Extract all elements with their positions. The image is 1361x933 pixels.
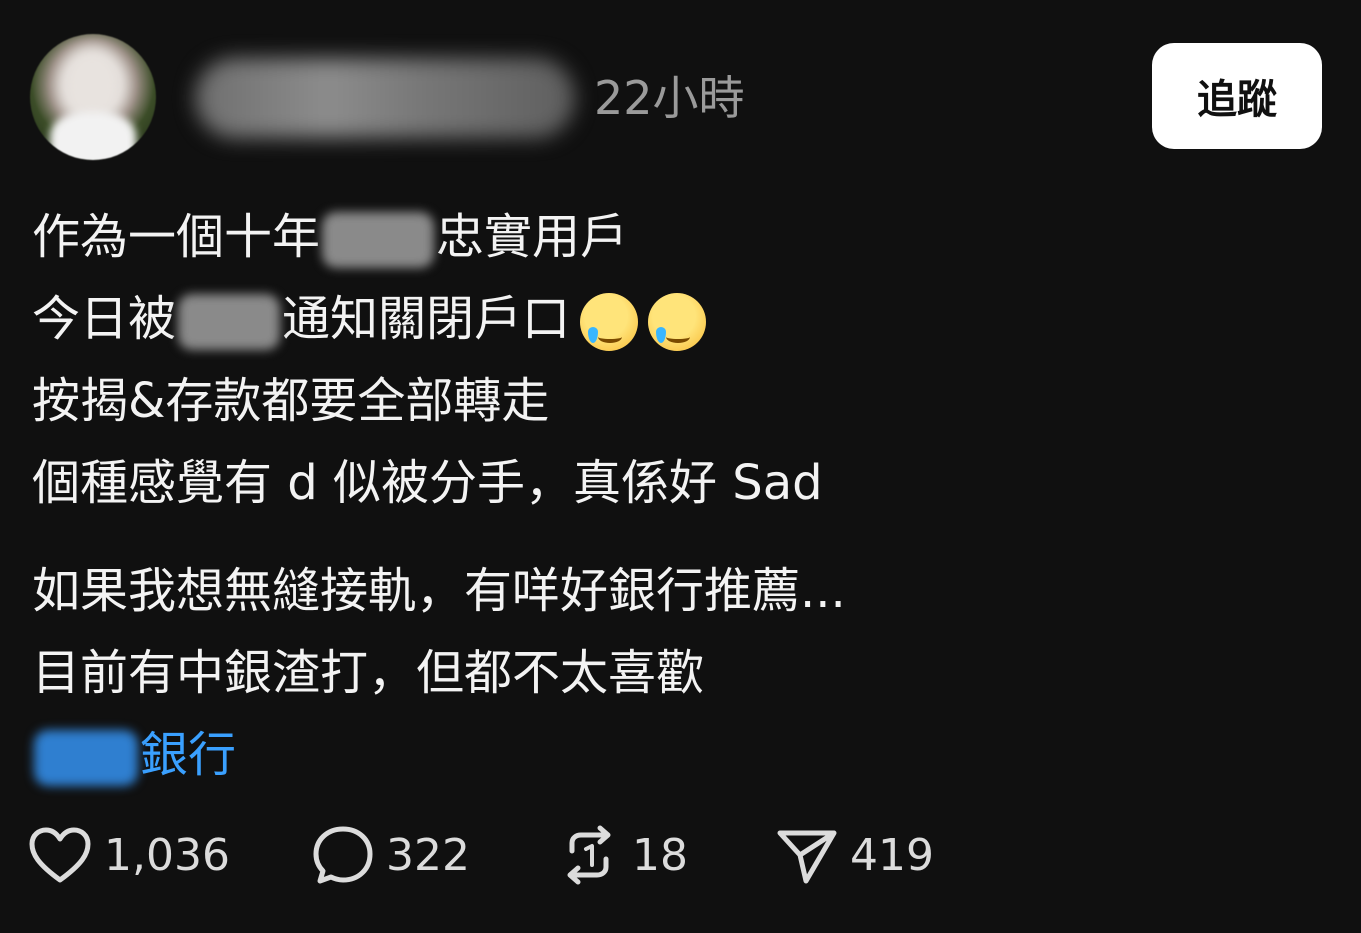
post-line-1-after: 忠實用戶 bbox=[436, 209, 629, 265]
post-line-4: 個種感覺有 d 似被分手，真係好 Sad bbox=[32, 442, 846, 524]
share-action[interactable]: 419 bbox=[776, 822, 934, 888]
comment-action[interactable]: 322 bbox=[312, 822, 470, 888]
repost-count: 18 bbox=[632, 829, 688, 881]
user-avatar[interactable] bbox=[30, 34, 156, 160]
smiling-face-with-tear-icon bbox=[648, 293, 707, 351]
thread-post: 22小時 追蹤 作為一個十年 忠實用戶 今日被 通知關閉戶口 按揭&存款都要全部轉走… bbox=[0, 0, 1361, 933]
repost-icon[interactable] bbox=[558, 825, 620, 885]
post-line-1: 作為一個十年 忠實用戶 bbox=[32, 196, 846, 278]
post-body: 作為一個十年 忠實用戶 今日被 通知關閉戶口 按揭&存款都要全部轉走 個種感覺有 d… bbox=[32, 196, 846, 796]
bank-tag-text[interactable]: 銀行 bbox=[140, 727, 236, 783]
heart-icon[interactable] bbox=[28, 826, 92, 884]
post-line-5: 如果我想無縫接軌，有咩好銀行推薦... bbox=[32, 550, 846, 632]
post-line-5-text: 如果我想無縫接軌，有咩好銀行推薦... bbox=[32, 563, 846, 619]
post-line-6: 目前有中銀渣打，但都不太喜歡 bbox=[32, 632, 846, 714]
post-line-3-text: 按揭&存款都要全部轉走 bbox=[32, 373, 550, 429]
send-icon[interactable] bbox=[776, 825, 838, 885]
post-line-2-before: 今日被 bbox=[32, 291, 177, 347]
post-line-4-text: 個種感覺有 d 似被分手，真係好 Sad bbox=[32, 455, 823, 511]
share-count: 419 bbox=[850, 829, 934, 881]
like-count: 1,036 bbox=[104, 829, 230, 881]
bank-tag-link[interactable]: 銀行 bbox=[32, 714, 846, 796]
post-line-6-text: 目前有中銀渣打，但都不太喜歡 bbox=[32, 645, 705, 701]
post-line-2-after: 通知關閉戶口 bbox=[282, 291, 571, 347]
username-redacted[interactable] bbox=[195, 58, 575, 138]
comment-icon[interactable] bbox=[312, 825, 374, 885]
follow-button[interactable]: 追蹤 bbox=[1152, 43, 1322, 149]
comment-count: 322 bbox=[386, 829, 470, 881]
post-line-3: 按揭&存款都要全部轉走 bbox=[32, 360, 846, 442]
post-line-2: 今日被 通知關閉戶口 bbox=[32, 278, 846, 360]
repost-action[interactable]: 18 bbox=[558, 822, 688, 888]
post-line-1-before: 作為一個十年 bbox=[32, 209, 321, 265]
redacted-bank-name bbox=[322, 212, 435, 268]
like-action[interactable]: 1,036 bbox=[28, 822, 230, 888]
redacted-bank-name bbox=[178, 294, 281, 350]
redacted-bank-tag bbox=[34, 730, 138, 786]
post-timestamp: 22小時 bbox=[594, 71, 745, 125]
smiling-face-with-tear-icon bbox=[580, 293, 639, 351]
